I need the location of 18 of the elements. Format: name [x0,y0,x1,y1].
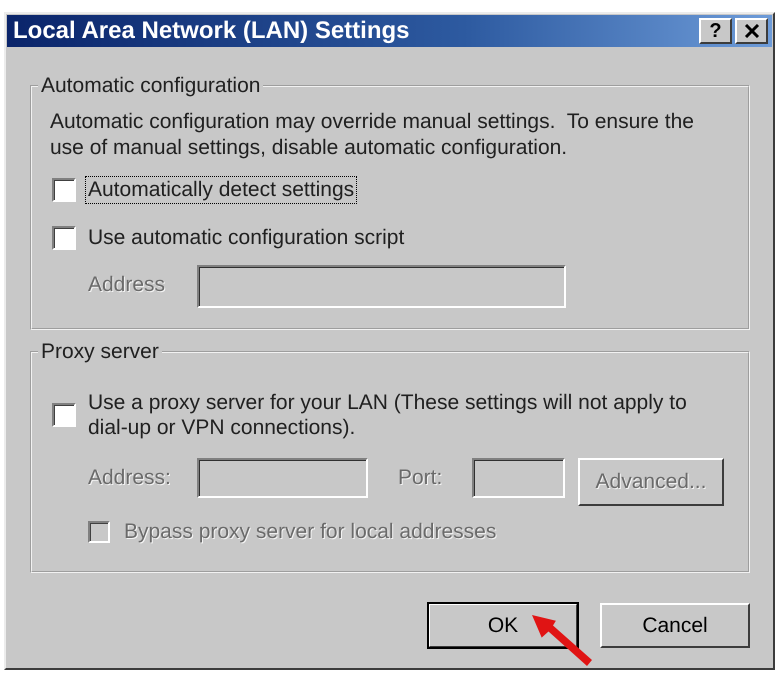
checkbox-label[interactable]: Automatically detect settings [86,177,356,203]
group-title: Automatic configuration [40,75,262,97]
field-label: Port: [398,465,444,491]
help-button[interactable]: ? [699,18,732,44]
checkbox[interactable] [52,178,76,202]
cancel-button[interactable]: Cancel [600,603,750,648]
checkbox-label[interactable]: Use a proxy server for your LAN (These settings will not apply to dial-up or VPN connections). [86,389,730,441]
description-text: Automatic configuration may override manual settings. To ensure the use of manual settings, disable automatic configuration. [50,109,695,161]
window-title: Local Area Network (LAN) Settings [13,17,410,45]
close-icon [744,24,760,38]
group-title: Proxy server [40,341,160,363]
checkbox[interactable] [52,403,76,427]
checkbox-label[interactable]: Use automatic configuration script [86,225,406,251]
ok-button[interactable]: OK [428,603,578,648]
field-label: Address [88,272,166,298]
field-label: Address: [88,465,172,491]
checkbox[interactable] [52,226,76,250]
close-button[interactable] [735,18,768,44]
